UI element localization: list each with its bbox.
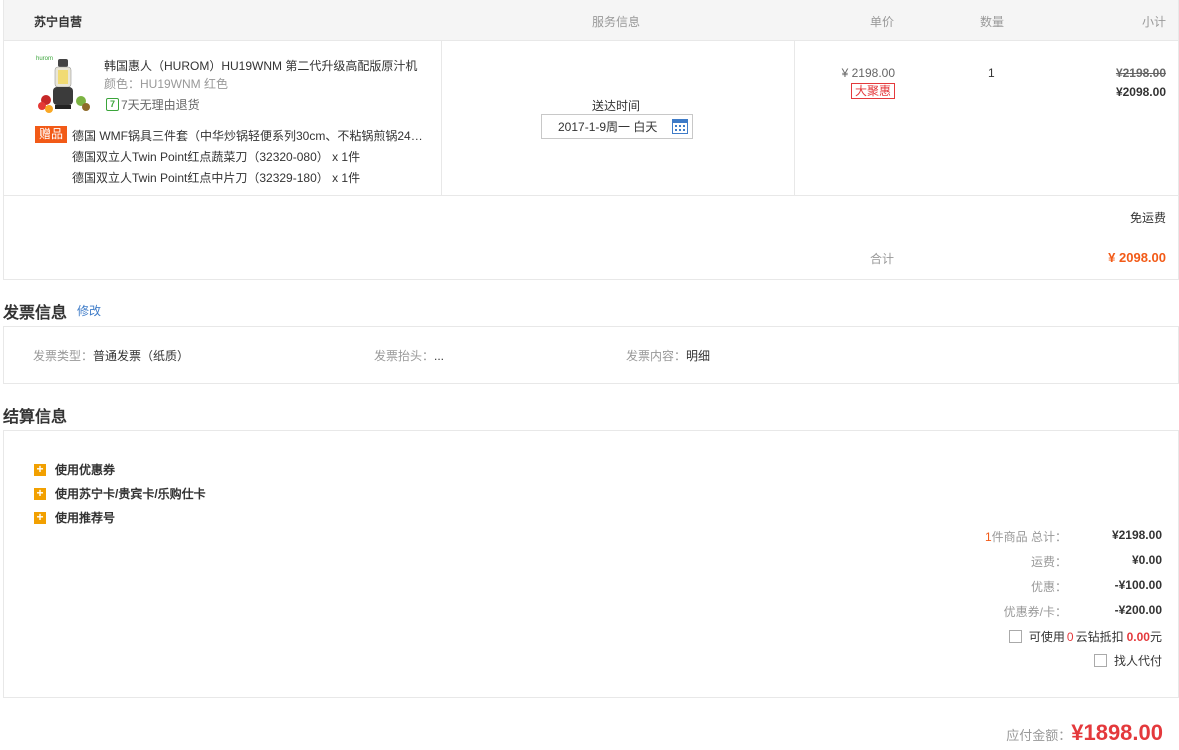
order-table: 苏宁自营 服务信息 单价 数量 小计 hurom 韩国惠人（HUROM）HU19… <box>3 0 1179 280</box>
gift-item: 德国双立人Twin Point红点中片刀（32329-180） x 1件 <box>72 171 361 185</box>
gift-item: 德国双立人Twin Point红点蔬菜刀（32320-080） x 1件 <box>72 150 361 164</box>
use-card-label: 使用苏宁卡/贵宾卡/乐购仕卡 <box>55 487 206 501</box>
plus-icon: + <box>34 463 46 476</box>
settlement-box: + 使用优惠券 + 使用苏宁卡/贵宾卡/乐购仕卡 + 使用推荐号 1件商品 总计… <box>3 430 1179 698</box>
return-policy-text: 7天无理由退货 <box>121 98 200 112</box>
items-count: 1 <box>984 530 992 544</box>
brand-logo-text: hurom <box>36 56 53 62</box>
original-price: ¥2198.00 <box>1115 66 1166 80</box>
yunzuan-deduct-row: 可使用 0 云钻抵扣 0.00 元 <box>1008 628 1162 645</box>
order-total-value: ¥ 2098.00 <box>1108 250 1166 265</box>
summary-discount: 优惠： -¥100.00 <box>762 578 1162 595</box>
unit-price: ¥ 2198.00 <box>841 66 895 80</box>
invoice-content-label: 发票内容： <box>626 349 687 363</box>
yunzuan-checkbox[interactable] <box>1008 630 1022 643</box>
invoice-type-label: 发票类型： <box>33 349 94 363</box>
plus-icon: + <box>34 487 46 500</box>
product-name[interactable]: 韩国惠人（HUROM）HU19WNM 第二代升级高配版原汁机 <box>104 57 426 74</box>
header-subtotal: 小计 <box>1141 15 1166 29</box>
items-total-label: 件商品 总计： <box>991 530 1067 544</box>
gift-tag: 赠品 <box>35 126 68 143</box>
subtotal-price: ¥2098.00 <box>1115 85 1166 99</box>
use-referral-option[interactable]: + 使用推荐号 <box>34 509 115 526</box>
freight-label: 运费： <box>1030 555 1067 569</box>
invoice-head: 发票抬头：... <box>374 347 444 364</box>
quantity-value: 1 <box>988 66 995 80</box>
invoice-type: 发票类型：普通发票（纸质） <box>33 347 189 364</box>
invoice-head-label: 发票抬头： <box>374 349 435 363</box>
deal-badge: 大聚惠 <box>850 83 895 99</box>
proxy-pay-label: 找人代付 <box>1113 654 1162 668</box>
header-unit-price: 单价 <box>870 15 895 29</box>
discount-value: -¥100.00 <box>1114 578 1162 592</box>
gift-item: 德国 WMF锅具三件套（中华炒锅轻便系列30cm、不粘锅煎锅24cm、奶锅） <box>72 129 428 143</box>
order-total-label: 合计 <box>870 252 895 266</box>
use-card-option[interactable]: + 使用苏宁卡/贵宾卡/乐购仕卡 <box>34 485 206 502</box>
items-total-value: ¥2198.00 <box>1111 528 1162 542</box>
freight-value: ¥0.00 <box>1131 553 1162 567</box>
proxy-pay-row: 找人代付 <box>1093 652 1162 669</box>
discount-label: 优惠： <box>1030 580 1067 594</box>
payable-amount: 应付金额： ¥1898.00 <box>1006 720 1163 746</box>
header-quantity: 数量 <box>980 15 1005 29</box>
product-thumbnail[interactable]: hurom <box>34 53 94 115</box>
coupon-value: -¥200.00 <box>1114 603 1162 617</box>
coupon-label: 优惠券/卡： <box>1003 605 1067 619</box>
use-coupon-option[interactable]: + 使用优惠券 <box>34 461 115 478</box>
summary-freight: 运费： ¥0.00 <box>762 553 1162 570</box>
proxy-pay-checkbox[interactable] <box>1093 654 1107 667</box>
product-row: hurom 韩国惠人（HUROM）HU19WNM 第二代升级高配版原汁机 颜色：… <box>4 41 1178 196</box>
summary-items-total: 1件商品 总计： ¥2198.00 <box>762 528 1162 545</box>
yunzuan-mid-text: 云钻抵扣 <box>1075 630 1124 644</box>
delivery-time-label: 送达时间 <box>592 99 641 113</box>
invoice-head-value: ... <box>434 349 445 363</box>
order-table-header: 苏宁自营 服务信息 单价 数量 小计 <box>4 0 1178 41</box>
invoice-content-value: 明细 <box>686 349 711 363</box>
use-referral-label: 使用推荐号 <box>55 511 116 525</box>
invoice-edit-link[interactable]: 修改 <box>77 302 101 319</box>
invoice-content: 发票内容：明细 <box>626 347 710 364</box>
delivery-date-picker[interactable]: 2017-1-9周一 白天 <box>541 114 693 139</box>
yunzuan-value: 0.00 <box>1126 629 1150 644</box>
yunzuan-unit: 元 <box>1149 630 1162 644</box>
invoice-section-title: 发票信息 <box>3 305 68 322</box>
payable-label: 应付金额： <box>1006 728 1072 743</box>
summary-coupon: 优惠券/卡： -¥200.00 <box>762 603 1162 620</box>
invoice-type-value: 普通发票（纸质） <box>93 349 190 363</box>
yunzuan-pre-text: 可使用 <box>1028 630 1065 644</box>
shipping-fee: 免运费 <box>1129 211 1166 225</box>
store-name: 苏宁自营 <box>34 15 83 29</box>
settlement-section-title: 结算信息 <box>3 409 68 426</box>
product-color: 颜色：HU19WNM 红色 <box>104 77 229 91</box>
column-divider <box>441 41 442 196</box>
plus-icon: + <box>34 511 46 524</box>
invoice-info-box: 发票类型：普通发票（纸质） 发票抬头：... 发票内容：明细 <box>3 326 1179 384</box>
calendar-icon[interactable] <box>672 119 688 134</box>
yunzuan-count: 0 <box>1066 629 1074 644</box>
return-policy: 7 7天无理由退货 <box>106 96 200 113</box>
header-service: 服务信息 <box>592 15 641 29</box>
payable-value: ¥1898.00 <box>1071 720 1163 745</box>
delivery-date-value: 2017-1-9周一 白天 <box>558 120 658 134</box>
use-coupon-label: 使用优惠券 <box>55 463 116 477</box>
return-policy-icon: 7 <box>106 98 119 111</box>
column-divider <box>794 41 795 196</box>
